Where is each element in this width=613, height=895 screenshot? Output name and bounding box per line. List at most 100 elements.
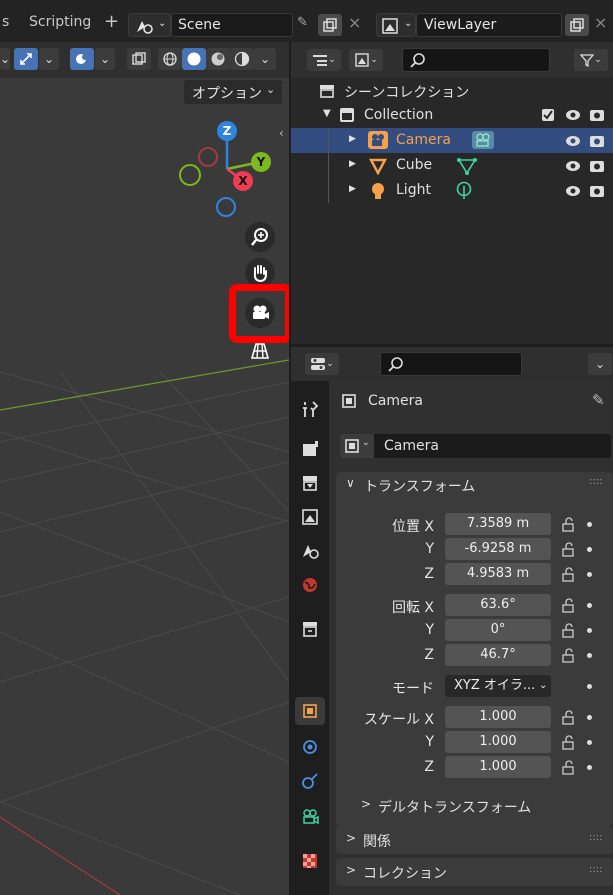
drag-handle-icon[interactable]: :::: xyxy=(589,476,602,487)
scene-browse-button[interactable]: ⌄ xyxy=(128,13,171,37)
drag-handle-icon[interactable]: :::: xyxy=(589,864,602,875)
unlock-icon[interactable] xyxy=(561,709,577,725)
properties-search-input[interactable] xyxy=(380,352,522,376)
eye-icon[interactable] xyxy=(565,134,581,148)
new-viewlayer-button[interactable] xyxy=(565,14,589,36)
scale-y-field[interactable]: 1.000 xyxy=(445,731,551,753)
options-dropdown[interactable]: オプション ⌄ xyxy=(184,80,282,104)
shading-wireframe-button[interactable] xyxy=(158,48,182,70)
chevron-down-icon[interactable]: ⌄ xyxy=(0,48,10,70)
unlock-icon[interactable] xyxy=(561,516,577,532)
tab-scene[interactable] xyxy=(295,537,325,565)
camera-render-icon[interactable] xyxy=(589,133,605,149)
checkbox-icon[interactable] xyxy=(541,108,555,122)
editor-type-button[interactable]: ⌄ xyxy=(305,353,339,375)
tab-render[interactable] xyxy=(295,435,325,463)
shading-rendered-button[interactable] xyxy=(230,48,254,70)
unlock-icon[interactable] xyxy=(561,647,577,663)
unlock-icon[interactable] xyxy=(561,566,577,582)
pin-icon[interactable]: ✎ xyxy=(592,391,605,409)
keyframe-dot[interactable] xyxy=(587,653,592,658)
tab-collection[interactable] xyxy=(295,615,325,643)
relations-panel[interactable]: > 関係 :::: xyxy=(336,826,613,854)
viewlayer-browse-button[interactable]: ⌄ xyxy=(376,13,416,37)
xray-toggle-button[interactable] xyxy=(127,48,151,70)
keyframe-dot[interactable] xyxy=(587,765,592,770)
expand-arrow-icon[interactable]: ▶ xyxy=(349,159,356,169)
keyframe-dot[interactable] xyxy=(587,572,592,577)
gizmo-toggle-button[interactable] xyxy=(14,48,38,70)
workspace-tab-prev[interactable]: s xyxy=(2,14,9,30)
tab-constraints[interactable] xyxy=(295,767,325,795)
camera-render-icon[interactable] xyxy=(589,107,605,123)
expand-arrow-icon[interactable]: ▶ xyxy=(349,184,356,194)
location-x-field[interactable]: 7.3589 m xyxy=(445,513,551,535)
outliner-row-light[interactable]: ▶ Light xyxy=(291,178,613,203)
chevron-down-icon[interactable]: ⌄ xyxy=(254,48,276,70)
eye-icon[interactable] xyxy=(565,159,581,173)
keyframe-dot[interactable] xyxy=(587,684,592,689)
zoom-button[interactable] xyxy=(245,222,275,252)
unlock-icon[interactable] xyxy=(561,759,577,775)
scale-z-field[interactable]: 1.000 xyxy=(445,756,551,778)
camera-render-icon[interactable] xyxy=(589,158,605,174)
mesh-data-icon[interactable] xyxy=(457,157,477,175)
camera-view-button[interactable] xyxy=(245,298,275,328)
object-browse-button[interactable]: ⌄ xyxy=(340,434,374,458)
tab-view-layer[interactable] xyxy=(295,503,325,531)
keyframe-dot[interactable] xyxy=(587,628,592,633)
unlock-icon[interactable] xyxy=(561,597,577,613)
camera-render-icon[interactable] xyxy=(589,183,605,199)
close-icon[interactable]: × xyxy=(594,13,607,32)
unlock-icon[interactable] xyxy=(561,541,577,557)
scale-x-field[interactable]: 1.000 xyxy=(445,706,551,728)
3d-viewport[interactable]: ⌄ ⌄ ⌄ ⌄ オプション ⌄ ‹ Z Y X xyxy=(0,42,289,895)
pin-icon[interactable]: ✎ xyxy=(297,15,308,30)
tab-world[interactable] xyxy=(295,571,325,599)
location-z-field[interactable]: 4.9583 m xyxy=(445,563,551,585)
rotation-mode-dropdown[interactable]: XYZ オイラ... ⌄ xyxy=(445,675,551,697)
transform-panel-header[interactable]: ∨ トランスフォーム :::: xyxy=(336,472,613,498)
keyframe-dot[interactable] xyxy=(587,547,592,552)
tab-tool[interactable] xyxy=(295,395,325,423)
overlay-toggle-button[interactable] xyxy=(70,48,94,70)
light-data-icon[interactable] xyxy=(455,181,473,201)
eye-icon[interactable] xyxy=(565,184,581,198)
outliner-row-camera[interactable]: ▶ Camera xyxy=(291,128,613,203)
outliner-filter-button[interactable]: ⌄ xyxy=(574,49,608,71)
scene-name-field[interactable]: Scene xyxy=(171,13,293,37)
outliner-row-cube[interactable]: ▶ Cube xyxy=(291,153,613,178)
expand-arrow-icon[interactable]: ▼ xyxy=(323,108,331,119)
outliner-display-mode-button[interactable]: ⌄ xyxy=(307,49,341,71)
shading-solid-button[interactable] xyxy=(182,48,206,70)
outliner-search-input[interactable] xyxy=(402,48,550,72)
rotation-z-field[interactable]: 46.7° xyxy=(445,644,551,666)
unlock-icon[interactable] xyxy=(561,734,577,750)
expand-arrow-icon[interactable]: ▶ xyxy=(349,134,356,144)
chevron-down-icon[interactable]: ⌄ xyxy=(39,48,59,70)
new-scene-button[interactable] xyxy=(318,14,342,36)
collections-panel[interactable]: > コレクション :::: xyxy=(336,858,613,886)
camera-data-icon[interactable] xyxy=(471,130,495,150)
close-icon[interactable]: × xyxy=(348,13,361,32)
chevron-down-icon[interactable]: ⌄ xyxy=(588,353,612,375)
eye-icon[interactable] xyxy=(565,108,581,122)
object-name-field[interactable]: Camera xyxy=(374,434,611,458)
keyframe-dot[interactable] xyxy=(587,715,592,720)
keyframe-dot[interactable] xyxy=(587,603,592,608)
outliner-row-collection[interactable]: ▼ Collection xyxy=(291,103,613,128)
tab-modifiers[interactable] xyxy=(295,733,325,761)
rotation-x-field[interactable]: 63.6° xyxy=(445,594,551,616)
outliner-row-scene-collection[interactable]: シーンコレクション xyxy=(291,78,613,103)
location-y-field[interactable]: -6.9258 m xyxy=(445,538,551,560)
shading-material-button[interactable] xyxy=(206,48,230,70)
tab-texture[interactable] xyxy=(295,847,325,875)
navigation-gizmo[interactable]: Z Y X xyxy=(170,114,280,226)
keyframe-dot[interactable] xyxy=(587,740,592,745)
workspace-tab-scripting[interactable]: Scripting xyxy=(29,14,91,30)
drag-handle-icon[interactable]: :::: xyxy=(589,832,602,843)
delta-transform-subpanel[interactable]: > デルタトランスフォーム xyxy=(361,794,591,818)
keyframe-dot[interactable] xyxy=(587,522,592,527)
tab-output[interactable] xyxy=(295,469,325,497)
filter-view-layer-button[interactable]: ⌄ xyxy=(349,49,383,71)
